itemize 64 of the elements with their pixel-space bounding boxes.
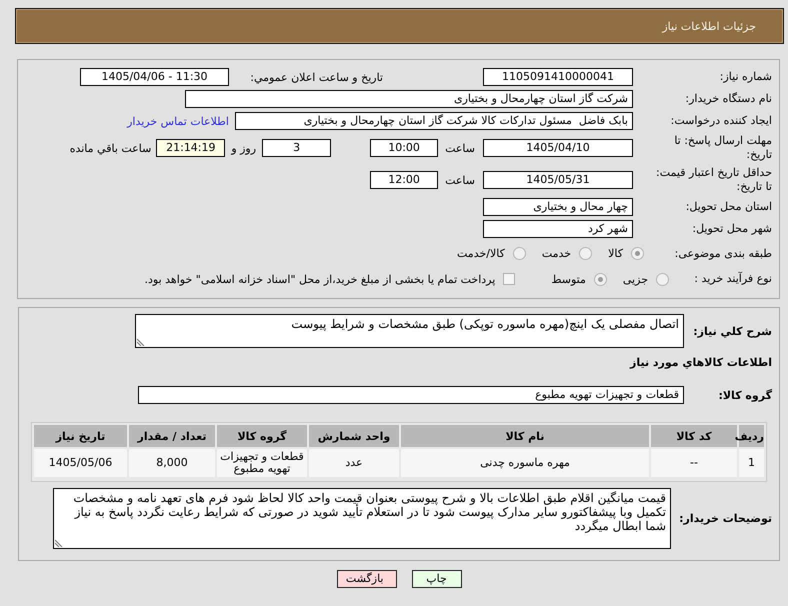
- days-field: 3: [262, 139, 332, 157]
- radio-button[interactable]: [512, 247, 526, 260]
- field-label: مهلت ارسال پاسخ: تا تاریخ:: [673, 134, 772, 162]
- field-label: ایجاد کننده درخواست:: [670, 114, 772, 128]
- radio-button[interactable]: [579, 247, 592, 260]
- field-label: توضیحات خریدار:: [678, 512, 772, 525]
- field-label: شرح کلي نیاز:: [692, 324, 772, 338]
- column-header: واحد شمارش: [309, 425, 399, 447]
- days-label: روز و: [231, 142, 256, 154]
- field-label: شهر محل تحویل:: [691, 222, 772, 236]
- requester-field: بابک فاضل مسئول تدارکات کالا شرکت گاز استان چهارمحال و بختیاری: [235, 112, 633, 130]
- field-label: تاریخ و ساعت اعلان عمومي:: [249, 70, 383, 84]
- radio-label: کالا: [608, 247, 623, 260]
- city-field: شهر کرد: [483, 220, 633, 238]
- validity-date-field: 1405/05/31: [483, 171, 633, 189]
- validity-time-field: 12:00: [370, 171, 438, 189]
- field-label: استان محل تحویل:: [684, 200, 772, 214]
- table-cell: عدد: [309, 449, 399, 477]
- radio-label: خدمت: [542, 247, 572, 260]
- deadline-date-field: 1405/04/10: [483, 139, 633, 157]
- field-label: شماره نیاز:: [718, 70, 772, 84]
- resize-grip-icon[interactable]: [137, 338, 145, 346]
- contact-link[interactable]: اطلاعات تماس خریدار: [127, 114, 229, 128]
- radio-button[interactable]: [594, 272, 607, 286]
- time-label: ساعت: [445, 174, 475, 186]
- need-number-field: 1105091410000041: [483, 68, 633, 86]
- column-header: تاریخ نیاز: [34, 425, 127, 447]
- buyer-notes-text: قیمت میانگین اقلام طبق اطلاعات بالا و شرح پیوستی بعنوان قیمت واحد کالا لحاظ شود فرم های تعهد نامه و مشخصات تکمیل وبا پیشفاکتورو سایر مدارک پیوست شود تا در استعلام تأیید شوید در صورتی که شرایط رعایت نگردد پاسخ به نیاز شما ابطال میگردد: [73, 491, 666, 533]
- time-label: ساعت: [445, 142, 475, 154]
- table-cell: --: [651, 449, 737, 477]
- buyer-name-field: شرکت گاز استان چهارمحال و بختیاری: [185, 90, 633, 108]
- radio-button[interactable]: [631, 247, 644, 260]
- back-button[interactable]: بازگشت: [336, 570, 396, 588]
- table-cell: 8,000: [129, 449, 215, 477]
- checkbox[interactable]: [503, 273, 516, 285]
- table-cell: 1405/05/06: [34, 449, 127, 477]
- radio-button[interactable]: [656, 272, 669, 286]
- province-field: چهار محال و بختیاری: [483, 198, 633, 216]
- column-header: گروه کالا: [217, 425, 307, 447]
- table-cell: مهره ماسوره چدنی: [401, 449, 649, 477]
- field-label: نوع فرآیند خرید :: [693, 272, 772, 286]
- column-header: نام کالا: [401, 425, 649, 447]
- goods-group-field: قطعات و تجهیزات تهویه مطبوع: [138, 386, 684, 404]
- radio-label: متوسط: [551, 272, 586, 286]
- table-cell: 1: [739, 449, 764, 477]
- field-label: طبقه بندی موضوعی:: [674, 246, 772, 260]
- description-text: اتصال مفصلی یک اینچ(مهره ماسوره توپکی) طبق مشخصات و شرایط پیوست: [291, 317, 679, 331]
- checkbox-label: پرداخت تمام یا بخشی از مبلغ خرید،از محل "اسناد خزانه اسلامی" خواهد بود.: [144, 272, 496, 286]
- field-label: گروه کالا:: [717, 388, 772, 402]
- field-label: نام دستگاه خریدار:: [684, 92, 772, 106]
- remaining-time-field: 21:14:19: [156, 139, 226, 157]
- resize-grip-icon[interactable]: [55, 539, 63, 547]
- column-header: کد کالا: [651, 425, 737, 447]
- announce-date-field: 1405/04/06 - 11:30: [80, 68, 229, 86]
- radio-label: جزیی: [622, 272, 648, 286]
- page-title: جزئیات اطلاعات نیاز: [662, 20, 756, 32]
- table-cell: قطعات و تجهیزات تهویه مطبوع: [217, 449, 307, 477]
- column-header: تعداد / مقدار: [129, 425, 215, 447]
- radio-label: کالا/خدمت: [457, 247, 505, 260]
- remaining-label: ساعت باقي مانده: [70, 142, 152, 154]
- print-button[interactable]: چاپ: [412, 570, 462, 588]
- section-heading: اطلاعات کالاهاي مورد نیاز: [630, 356, 772, 368]
- field-label: حداقل تاریخ اعتبار قیمت: تا تاریخ:: [655, 166, 772, 194]
- deadline-time-field: 10:00: [370, 139, 438, 157]
